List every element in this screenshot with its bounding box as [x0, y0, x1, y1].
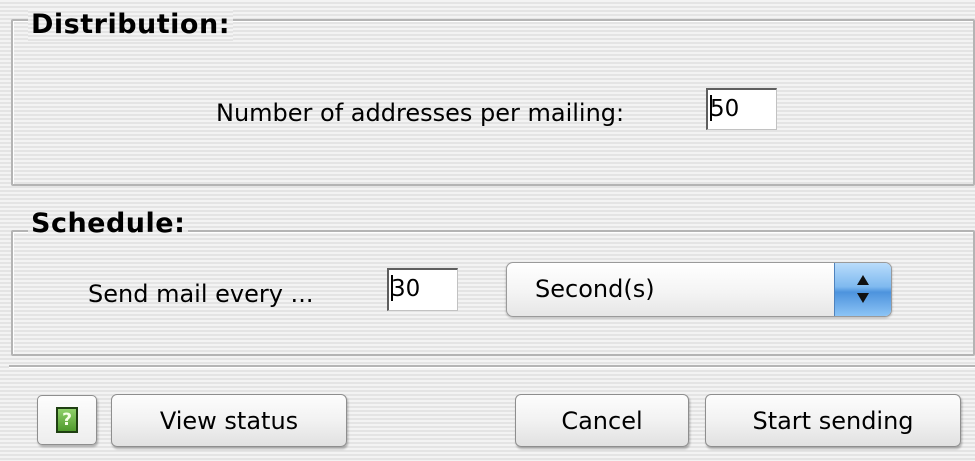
arrow-up-icon: [857, 275, 869, 285]
text-caret: [391, 274, 393, 301]
button-row-separator: [9, 365, 975, 368]
view-status-button[interactable]: View status: [111, 394, 347, 447]
start-sending-button[interactable]: Start sending: [705, 394, 961, 447]
addresses-per-mailing-field[interactable]: 50: [706, 88, 777, 130]
send-interval-field[interactable]: 30: [387, 268, 458, 311]
text-caret: [710, 94, 712, 121]
addresses-per-mailing-value: 50: [710, 96, 740, 122]
distribution-title: Distribution:: [28, 9, 233, 41]
addresses-per-mailing-label: Number of addresses per mailing:: [216, 99, 625, 127]
schedule-title: Schedule:: [28, 208, 189, 240]
help-icon: ?: [56, 407, 78, 433]
help-button[interactable]: ?: [37, 395, 97, 445]
send-interval-value: 30: [391, 276, 421, 302]
interval-unit-selected: Second(s): [535, 275, 655, 303]
cancel-button[interactable]: Cancel: [515, 394, 689, 447]
send-mail-every-label: Send mail every ...: [88, 280, 314, 308]
up-down-arrows-icon[interactable]: [834, 263, 891, 316]
arrow-down-icon: [857, 293, 869, 303]
interval-unit-select[interactable]: Second(s): [506, 262, 892, 317]
